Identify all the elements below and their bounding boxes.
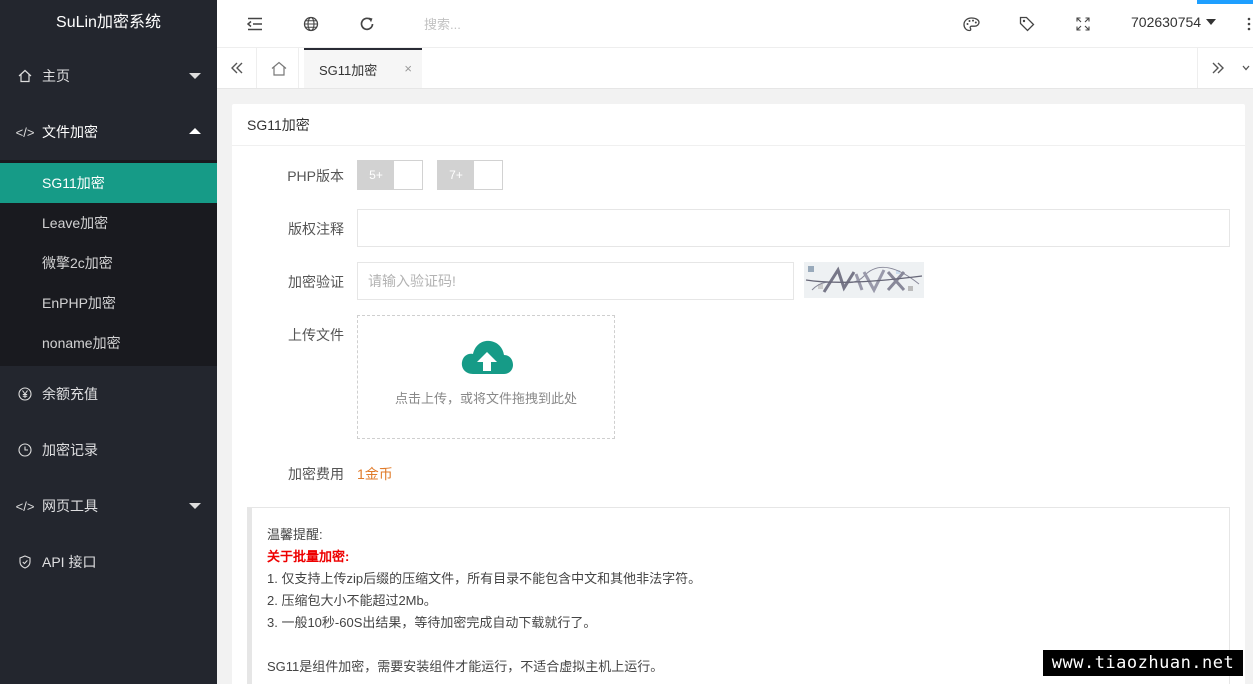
- copyright-input[interactable]: [357, 209, 1230, 247]
- sidebar-item-api[interactable]: API 接口: [0, 534, 217, 590]
- sidebar-item-label: 网页工具: [42, 498, 98, 514]
- card-title: SG11加密: [232, 104, 1245, 146]
- theme-palette-icon[interactable]: [961, 14, 981, 34]
- sidebar-item-label: API 接口: [42, 554, 97, 570]
- top-header: 702630754: [217, 0, 1253, 48]
- tips-title: 温馨提醒:: [267, 527, 323, 542]
- search-input[interactable]: [424, 12, 584, 36]
- upload-dropzone[interactable]: 点击上传，或将文件拖拽到此处: [357, 315, 615, 439]
- tabs-scroll-left-icon[interactable]: [217, 48, 257, 88]
- user-name: 702630754: [1131, 14, 1202, 30]
- verify-label: 加密验证: [288, 274, 344, 290]
- sidebar-subitem-sg11[interactable]: SG11加密: [0, 163, 217, 203]
- close-icon[interactable]: ×: [404, 61, 412, 76]
- switch-label: 5+: [358, 161, 394, 189]
- upload-label: 上传文件: [288, 327, 344, 343]
- tips-subtitle: 关于批量加密:: [267, 549, 350, 564]
- sidebar-item-label: 加密记录: [42, 442, 98, 458]
- sidebar-subitem-weiqing[interactable]: 微擎2c加密: [0, 243, 217, 283]
- sidebar-item-label: 文件加密: [42, 124, 98, 140]
- caret-down-icon: [1206, 19, 1217, 25]
- fee-label: 加密费用: [288, 466, 344, 482]
- tag-icon[interactable]: [1017, 14, 1037, 34]
- clock-icon: [17, 443, 33, 457]
- yen-icon: [17, 387, 33, 401]
- upload-hint: 点击上传，或将文件拖拽到此处: [394, 391, 577, 406]
- chevron-down-icon: [189, 73, 201, 79]
- watermark: www.tiaozhuan.net: [1043, 650, 1243, 676]
- captcha-image[interactable]: [804, 262, 924, 298]
- encrypt-card: SG11加密 PHP版本 5+ 7+ 版权注释 加密验证 上传文件 点击上传，或…: [232, 104, 1245, 684]
- sidebar-item-file-encrypt[interactable]: </> 文件加密: [0, 104, 217, 160]
- chevron-down-icon: [189, 503, 201, 509]
- code-icon: </>: [15, 124, 35, 140]
- php-version-label: PHP版本: [287, 168, 344, 184]
- php7-switch[interactable]: 7+: [437, 160, 503, 190]
- globe-icon[interactable]: [301, 14, 321, 34]
- php5-switch[interactable]: 5+: [357, 160, 423, 190]
- sidebar-submenu: SG11加密 Leave加密 微擎2c加密 EnPHP加密 noname加密: [0, 160, 217, 366]
- tab-label: SG11加密: [319, 62, 378, 78]
- menu-collapse-icon[interactable]: [245, 14, 265, 34]
- home-icon: [17, 69, 33, 83]
- tips-line: 2. 压缩包大小不能超过2Mb。: [267, 593, 437, 608]
- fee-value: 1金币: [357, 466, 393, 482]
- sidebar-subitem-leave[interactable]: Leave加密: [0, 203, 217, 243]
- header-accent-bar: [1197, 0, 1253, 4]
- sidebar-subitem-enphp[interactable]: EnPHP加密: [0, 283, 217, 323]
- more-vertical-icon[interactable]: [1239, 14, 1253, 34]
- refresh-icon[interactable]: [357, 14, 377, 34]
- sidebar: SuLin加密系统 主页 </> 文件加密 SG11加密 Leave加密 微擎2…: [0, 0, 217, 684]
- tab-sg11[interactable]: SG11加密 ×: [304, 48, 422, 88]
- sidebar-item-web-tools[interactable]: </> 网页工具: [0, 478, 217, 534]
- chevron-up-icon: [189, 128, 201, 134]
- captcha-input[interactable]: [357, 262, 794, 300]
- tips-line: 1. 仅支持上传zip后缀的压缩文件，所有目录不能包含中文和其他非法字符。: [267, 571, 702, 586]
- fullscreen-icon[interactable]: [1073, 14, 1093, 34]
- sidebar-item-label: 主页: [42, 68, 70, 84]
- tips-line: 3. 一般10秒-60S出结果，等待加密完成自动下载就行了。: [267, 615, 597, 630]
- sidebar-item-home[interactable]: 主页: [0, 48, 217, 104]
- sidebar-item-recharge[interactable]: 余额充值: [0, 366, 217, 422]
- user-menu[interactable]: 702630754: [1131, 14, 1217, 30]
- sidebar-item-label: 余额充值: [42, 386, 98, 402]
- tabs-bar: SG11加密 ×: [217, 48, 1253, 89]
- code-icon: </>: [15, 498, 35, 514]
- tabs-scroll-right-icon[interactable]: [1197, 48, 1237, 88]
- copyright-label: 版权注释: [288, 221, 344, 237]
- switch-label: 7+: [438, 161, 474, 189]
- tabs-menu-chevron-icon[interactable]: [1239, 48, 1253, 88]
- shield-icon: [17, 555, 33, 569]
- sidebar-item-records[interactable]: 加密记录: [0, 422, 217, 478]
- cloud-upload-icon: [461, 340, 513, 374]
- sidebar-subitem-noname[interactable]: noname加密: [0, 323, 217, 363]
- app-logo-title[interactable]: SuLin加密系统: [0, 0, 217, 48]
- home-tab-icon[interactable]: [259, 48, 299, 88]
